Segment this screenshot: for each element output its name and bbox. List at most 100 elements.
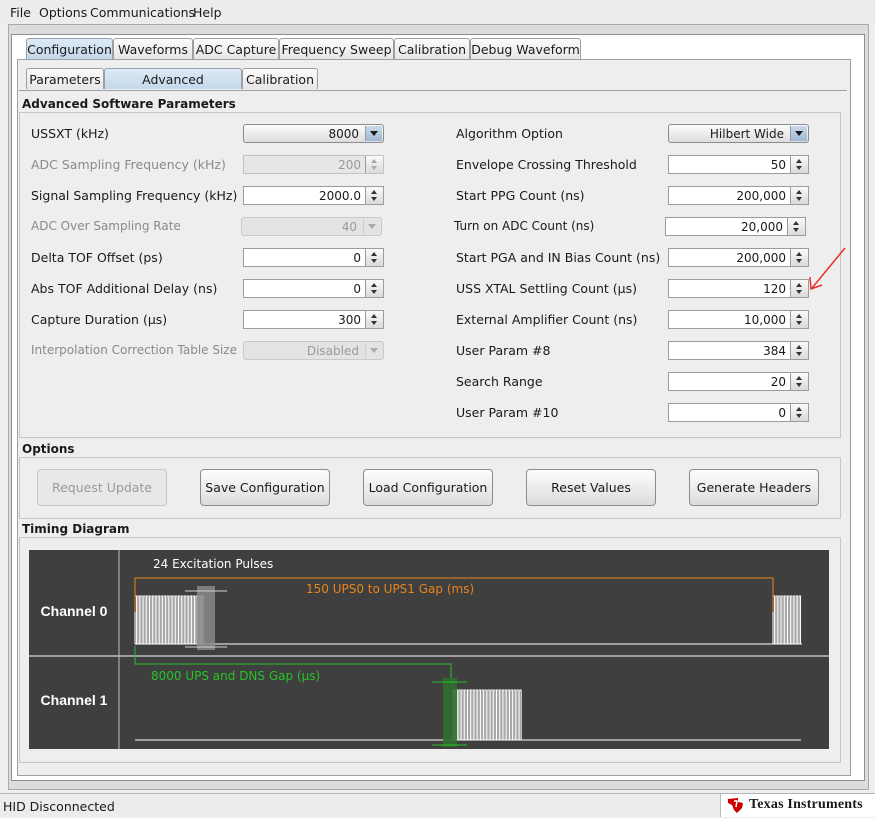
spinner-arrows-icon xyxy=(365,156,383,173)
chevron-down-icon xyxy=(365,343,382,358)
delta-tof-offset-field[interactable]: 0 xyxy=(243,248,384,267)
user-param-10-field[interactable]: 0 xyxy=(668,403,809,422)
subtab-calibration[interactable]: Calibration xyxy=(242,68,318,89)
label-adc-sampling-frequency: ADC Sampling Frequency (kHz) xyxy=(31,157,226,172)
spinner-arrows-icon[interactable] xyxy=(790,404,808,421)
signal-sampling-frequency-value: 2000.0 xyxy=(319,189,361,203)
pulse-train xyxy=(452,689,523,741)
channel0-pulses xyxy=(134,595,205,645)
user-param-8-field[interactable]: 384 xyxy=(668,341,809,360)
capture-duration-field[interactable]: 300 xyxy=(243,310,384,329)
menu-communications[interactable]: Communications xyxy=(90,5,195,20)
label-uss-xtal-settling-count: USS XTAL Settling Count (µs) xyxy=(456,281,638,296)
tab-calibration[interactable]: Calibration xyxy=(394,38,470,59)
request-update-button[interactable]: Request Update xyxy=(37,469,167,506)
interpolation-correction-table-size-value: Disabled xyxy=(306,344,359,358)
label-ussxt: USSXT (kHz) xyxy=(31,126,109,141)
envelope-crossing-threshold-value: 50 xyxy=(770,158,786,172)
turn-on-adc-count-field[interactable]: 20,000 xyxy=(665,217,806,236)
envelope-crossing-threshold-field[interactable]: 50 xyxy=(668,155,809,174)
subtab-parameters[interactable]: Parameters xyxy=(26,68,104,89)
gap1-label: 8000 UPS and DNS Gap (µs) xyxy=(151,669,320,683)
user-param-8-value: 384 xyxy=(763,344,786,358)
search-range-value: 20 xyxy=(770,375,786,389)
start-pga-in-bias-count-value: 200,000 xyxy=(736,251,786,265)
timing-section-title: Timing Diagram xyxy=(22,522,130,536)
options-section-title: Options xyxy=(22,442,75,456)
label-start-ppg-count: Start PPG Count (ns) xyxy=(456,188,585,203)
pulse-train xyxy=(134,595,205,645)
turn-on-adc-count-value: 20,000 xyxy=(741,220,783,234)
label-adc-over-sampling-rate: ADC Over Sampling Rate xyxy=(31,219,181,233)
advanced-section-title: Advanced Software Parameters xyxy=(22,97,236,111)
chevron-down-icon xyxy=(365,126,382,141)
label-interpolation-correction-table-size: Interpolation Correction Table Size xyxy=(31,343,237,357)
tab-waveforms[interactable]: Waveforms xyxy=(113,38,193,59)
tab-frequency-sweep[interactable]: Frequency Sweep xyxy=(279,38,394,59)
adc-over-sampling-rate-value: 40 xyxy=(341,220,357,234)
spinner-arrows-icon[interactable] xyxy=(365,311,383,328)
load-configuration-button[interactable]: Load Configuration xyxy=(363,469,493,506)
texas-instruments-logo: Texas Instruments xyxy=(720,794,875,817)
spinner-arrows-icon[interactable] xyxy=(365,249,383,266)
uss-xtal-settling-count-value: 120 xyxy=(763,282,786,296)
subtab-advanced-parameters[interactable]: Advanced Parameters xyxy=(104,68,242,108)
channel0-label: Channel 0 xyxy=(41,603,108,619)
ch0-adc-marker xyxy=(197,586,215,650)
spinner-arrows-icon[interactable] xyxy=(790,311,808,328)
adc-over-sampling-rate-combo: 40 xyxy=(241,217,382,236)
menu-bar: File Options Communications Help xyxy=(0,0,875,24)
label-signal-sampling-frequency: Signal Sampling Frequency (kHz) xyxy=(31,188,238,203)
chevron-down-icon xyxy=(790,126,807,141)
spinner-arrows-icon[interactable] xyxy=(365,187,383,204)
status-text: HID Disconnected xyxy=(3,799,115,814)
start-ppg-count-field[interactable]: 200,000 xyxy=(668,186,809,205)
timing-diagram: Channel 0 Channel 1 24 Excitation Pulses… xyxy=(29,550,829,749)
external-amplifier-count-field[interactable]: 10,000 xyxy=(668,310,809,329)
tab-debug-waveform[interactable]: Debug Waveform xyxy=(470,38,581,59)
generate-headers-button[interactable]: Generate Headers xyxy=(689,469,819,506)
label-user-param-10: User Param #10 xyxy=(456,405,559,420)
search-range-field[interactable]: 20 xyxy=(668,372,809,391)
menu-help[interactable]: Help xyxy=(193,5,222,20)
adc-sampling-frequency-value: 200 xyxy=(338,158,361,172)
algorithm-option-value: Hilbert Wide xyxy=(709,127,784,141)
save-configuration-button[interactable]: Save Configuration xyxy=(200,469,330,506)
label-turn-on-adc-count: Turn on ADC Count (ns) xyxy=(454,219,595,233)
label-external-amplifier-count: External Amplifier Count (ns) xyxy=(456,312,638,327)
capture-duration-value: 300 xyxy=(338,313,361,327)
tab-configuration[interactable]: Configuration xyxy=(26,38,113,59)
menu-options[interactable]: Options xyxy=(39,5,87,20)
spinner-arrows-icon[interactable] xyxy=(790,342,808,359)
spinner-arrows-icon[interactable] xyxy=(790,156,808,173)
channel1-label: Channel 1 xyxy=(41,692,108,708)
adc-sampling-frequency-field: 200 xyxy=(243,155,384,174)
red-annotation-arrow-icon xyxy=(809,247,846,291)
ussxt-combo[interactable]: 8000 xyxy=(243,124,384,143)
label-algorithm-option: Algorithm Option xyxy=(456,126,563,141)
spinner-arrows-icon[interactable] xyxy=(787,218,805,235)
ch1-adc-marker xyxy=(443,678,457,747)
start-pga-in-bias-count-field[interactable]: 200,000 xyxy=(668,248,809,267)
channel1-pulses xyxy=(452,689,523,741)
algorithm-option-combo[interactable]: Hilbert Wide xyxy=(668,124,809,143)
signal-sampling-frequency-field[interactable]: 2000.0 xyxy=(243,186,384,205)
label-search-range: Search Range xyxy=(456,374,543,389)
channel0-pulses-end xyxy=(772,595,802,645)
uss-xtal-settling-count-field[interactable]: 120 xyxy=(668,279,809,298)
label-abs-tof-additional-delay: Abs TOF Additional Delay (ns) xyxy=(31,281,218,296)
label-envelope-crossing-threshold: Envelope Crossing Threshold xyxy=(456,157,637,172)
spinner-arrows-icon[interactable] xyxy=(365,280,383,297)
spinner-arrows-icon[interactable] xyxy=(790,373,808,390)
reset-values-button[interactable]: Reset Values xyxy=(526,469,656,506)
abs-tof-additional-delay-field[interactable]: 0 xyxy=(243,279,384,298)
label-start-pga-in-bias-count: Start PGA and IN Bias Count (ns) xyxy=(456,250,661,265)
ti-logo-icon xyxy=(728,798,743,813)
spinner-arrows-icon[interactable] xyxy=(790,187,808,204)
interpolation-correction-table-size-combo: Disabled xyxy=(243,341,384,360)
menu-file[interactable]: File xyxy=(10,5,31,20)
tab-adc-capture[interactable]: ADC Capture xyxy=(193,38,279,59)
chevron-down-icon xyxy=(363,219,380,234)
delta-tof-offset-value: 0 xyxy=(353,251,361,265)
abs-tof-additional-delay-value: 0 xyxy=(353,282,361,296)
